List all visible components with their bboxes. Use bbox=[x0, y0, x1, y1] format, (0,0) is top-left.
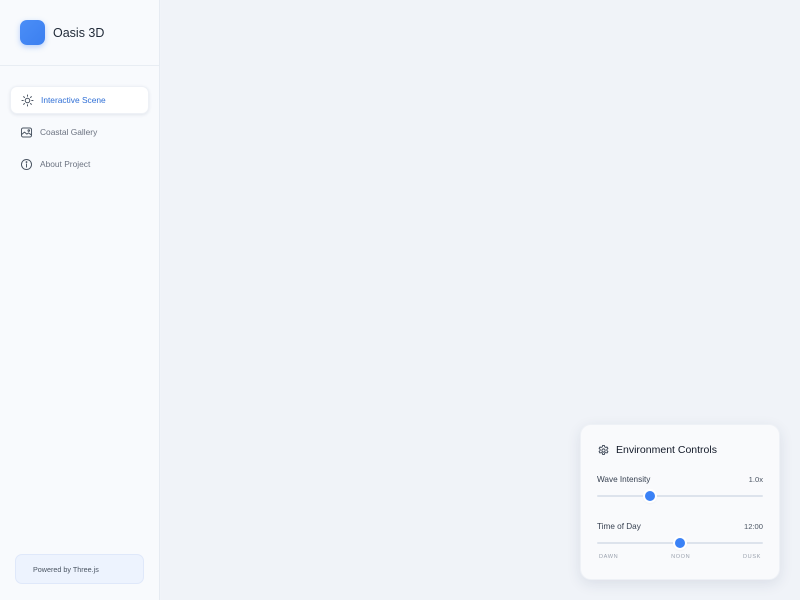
tick-dawn: DAWN bbox=[599, 554, 619, 560]
wave-intensity-value: 1.0x bbox=[748, 474, 763, 484]
image-icon bbox=[20, 126, 33, 139]
brand: Oasis 3D bbox=[0, 0, 159, 66]
time-of-day-control: Time of Day 12:00 DAWN NOON DUSK bbox=[597, 520, 763, 560]
sidebar-item-coastal-gallery[interactable]: Coastal Gallery bbox=[10, 118, 149, 146]
wave-intensity-control: Wave Intensity 1.0x bbox=[597, 473, 763, 503]
panel-header: Environment Controls bbox=[597, 441, 763, 459]
sidebar-item-label: About Project bbox=[40, 159, 91, 169]
sidebar-item-interactive-scene[interactable]: Interactive Scene bbox=[10, 86, 149, 114]
gear-icon bbox=[597, 444, 610, 457]
info-icon bbox=[20, 158, 33, 171]
tick-dusk: DUSK bbox=[743, 554, 761, 560]
powered-by-badge: Powered by Three.js bbox=[15, 554, 144, 584]
time-of-day-value: 12:00 bbox=[743, 521, 763, 531]
slider-thumb[interactable] bbox=[675, 538, 685, 548]
sidebar-item-about-project[interactable]: About Project bbox=[10, 150, 149, 178]
slider-thumb[interactable] bbox=[645, 491, 656, 501]
wave-intensity-label: Wave Intensity bbox=[597, 474, 651, 484]
app-logo bbox=[20, 20, 45, 45]
environment-controls-panel: Environment Controls Wave Intensity 1.0x… bbox=[580, 424, 780, 580]
time-of-day-ticks: DAWN NOON DUSK bbox=[597, 554, 763, 560]
panel-title: Environment Controls bbox=[616, 444, 717, 456]
sidebar-nav: Interactive Scene Coastal Gallery About … bbox=[0, 66, 159, 178]
slider-track bbox=[597, 495, 763, 497]
wave-intensity-slider[interactable] bbox=[597, 489, 763, 503]
app-name: Oasis 3D bbox=[53, 25, 105, 40]
tick-noon: NOON bbox=[671, 554, 691, 560]
sidebar: Oasis 3D Interactive Scene Coastal Galle… bbox=[0, 0, 160, 600]
time-of-day-label: Time of Day bbox=[597, 521, 641, 531]
sun-icon bbox=[21, 93, 34, 107]
time-of-day-slider[interactable] bbox=[597, 536, 763, 550]
sidebar-item-label: Interactive Scene bbox=[41, 95, 106, 105]
sidebar-item-label: Coastal Gallery bbox=[40, 127, 98, 137]
